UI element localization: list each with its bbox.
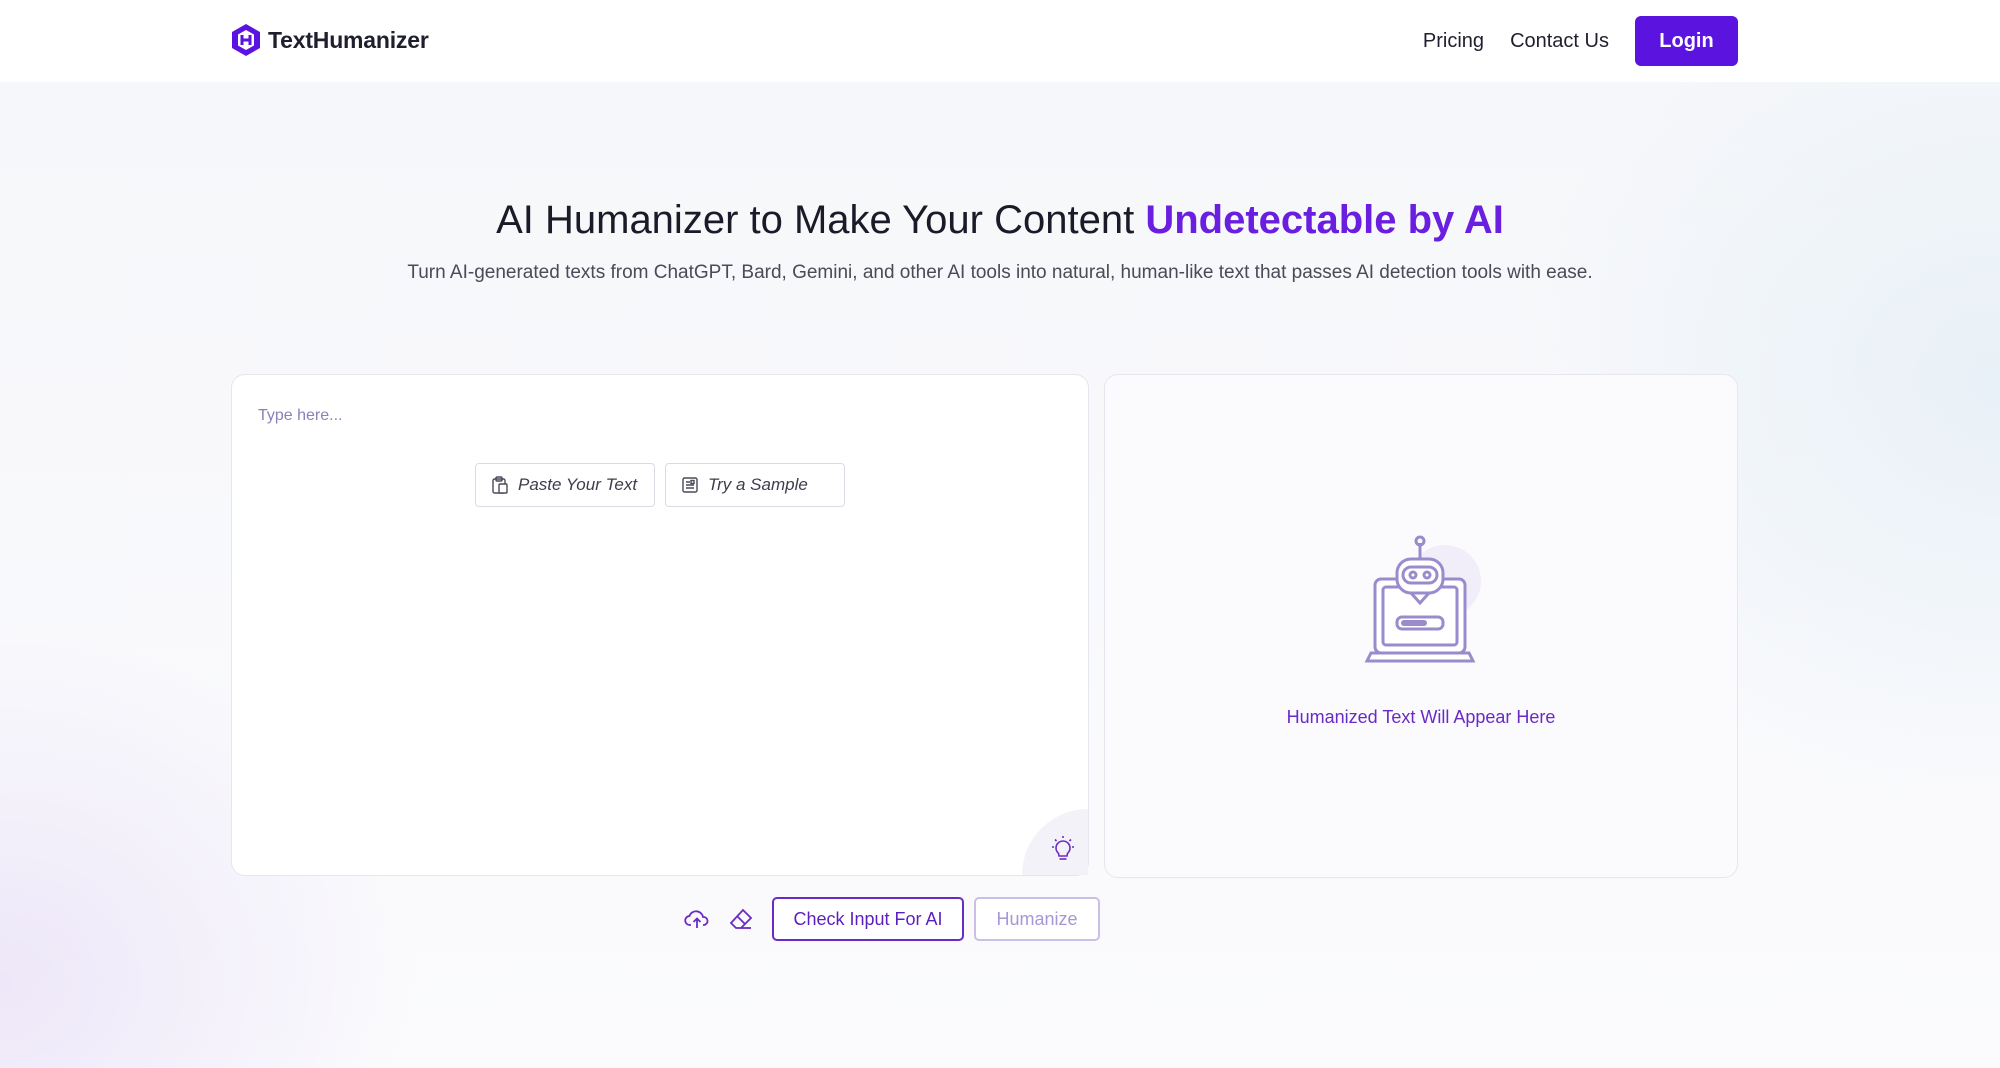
try-sample-label: Try a Sample bbox=[708, 475, 808, 494]
paste-text-label: Paste Your Text bbox=[518, 475, 638, 494]
login-button[interactable]: Login bbox=[1635, 16, 1738, 66]
robot-laptop-icon bbox=[1364, 535, 1481, 663]
clipboard-icon bbox=[492, 476, 508, 494]
humanize-button[interactable]: Humanize bbox=[974, 897, 1100, 941]
input-text-panel[interactable]: Type here... Paste Your Text Try a Sampl… bbox=[231, 374, 1089, 876]
hero-title: AI Humanizer to Make Your Content Undete… bbox=[0, 198, 2000, 243]
input-placeholder[interactable]: Type here... bbox=[258, 407, 343, 425]
clear-text-button[interactable] bbox=[724, 902, 758, 936]
brand[interactable]: TextHumanizer bbox=[230, 20, 429, 60]
brand-name: TextHumanizer bbox=[268, 26, 429, 53]
try-sample-button[interactable]: Try a Sample bbox=[665, 463, 845, 507]
main-nav: Pricing Contact Us Login bbox=[1423, 16, 1738, 66]
output-placeholder-message: Humanized Text Will Appear Here bbox=[1286, 707, 1556, 727]
bottom-toolbar: Check Input For AI Humanize bbox=[680, 897, 1100, 941]
hint-button[interactable] bbox=[1022, 809, 1088, 875]
upload-file-button[interactable] bbox=[680, 902, 714, 936]
top-navbar: TextHumanizer Pricing Contact Us Login bbox=[0, 0, 2000, 82]
document-icon bbox=[682, 477, 698, 493]
lightbulb-icon bbox=[1052, 836, 1074, 860]
cloud-upload-icon bbox=[684, 910, 709, 928]
eraser-icon bbox=[729, 908, 753, 929]
input-actions: Paste Your Text Try a Sample bbox=[475, 463, 845, 507]
output-text-panel: Humanized Text Will Appear Here bbox=[1104, 374, 1738, 878]
hero-title-main: AI Humanizer to Make Your Content bbox=[496, 198, 1146, 242]
check-input-for-ai-button[interactable]: Check Input For AI bbox=[772, 897, 964, 941]
paste-text-button[interactable]: Paste Your Text bbox=[475, 463, 655, 507]
nav-pricing-link[interactable]: Pricing bbox=[1423, 30, 1484, 53]
hero-subtitle: Turn AI-generated texts from ChatGPT, Ba… bbox=[407, 262, 1593, 283]
texthumanizer-logo-icon bbox=[232, 24, 260, 56]
hero-title-accent: Undetectable by AI bbox=[1145, 198, 1504, 242]
nav-contact-link[interactable]: Contact Us bbox=[1510, 30, 1609, 53]
